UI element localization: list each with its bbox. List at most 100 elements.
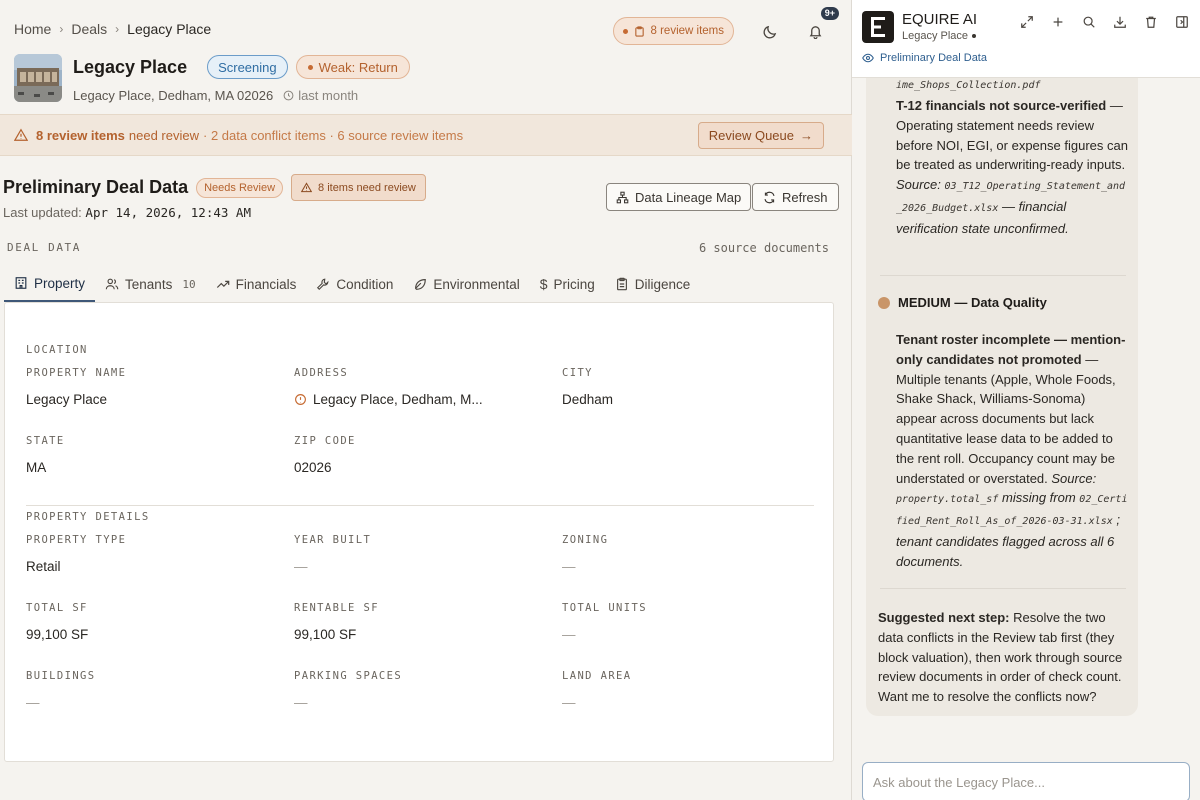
search-icon[interactable] [1081,14,1097,30]
field-value[interactable]: Legacy Place, Dedham, M... [313,392,483,407]
leaf-icon [415,279,427,290]
tenant-body: — Multiple tenants (Apple, Whole Foods, … [896,351,1116,486]
expand-icon[interactable] [1019,14,1035,30]
rentable-sf-field: RENTABLE SF 99,100 SF [294,602,379,642]
tab-diligence[interactable]: Diligence [605,266,701,302]
tab-tenants[interactable]: Tenants 10 [95,266,206,302]
trash-icon[interactable] [1143,14,1159,30]
context-name: Legacy Place [902,30,969,42]
warning-icon [301,182,313,193]
tab-property[interactable]: Property [4,266,96,302]
source-filename: ime_Shops_Collection.pdf [896,80,1041,91]
theme-toggle-button[interactable] [754,15,786,47]
deal-data-label: DEAL DATA [7,241,82,254]
trend-icon [216,280,229,288]
bell-icon [809,25,821,39]
field-value: Legacy Place [26,392,108,407]
parking-field: PARKING SPACES — [294,670,402,710]
tab-pricing[interactable]: $ Pricing [530,266,605,302]
divider [26,505,814,506]
property-address: Legacy Place, Dedham, MA 02026 [73,88,274,103]
building-icon [15,277,27,289]
field-value: — [294,695,308,710]
data-lineage-map-button[interactable]: Data Lineage Map [606,183,752,211]
sidebar-toggle-icon[interactable] [1174,14,1190,30]
tenant-source-field: property.total_sf [896,494,999,506]
property-title: Legacy Place [73,56,188,77]
lineage-label: Data Lineage Map [635,189,742,205]
review-alert-bar: 8 review items need review · 2 data conf… [0,114,852,156]
total-units-field: TOTAL UNITS — [562,602,647,642]
field-label: BUILDINGS [26,670,96,682]
tab-label: Tenants [125,276,173,292]
alert-strong: 8 review items [36,127,125,143]
breadcrumb-deals[interactable]: Deals [71,21,107,37]
alert-rest: · 2 data conflict items · 6 source revie… [203,127,464,143]
state-field: STATE MA [26,435,65,475]
tenant-count: 10 [182,277,196,291]
items-need-review-button[interactable]: 8 items need review [291,174,426,201]
rating-dot [307,64,313,70]
property-card: LOCATION PROPERTY NAME Legacy Place ADDR… [4,302,834,762]
tab-label: Environmental [433,276,520,292]
dollar-icon: $ [539,276,548,292]
field-value: Dedham [562,392,614,407]
refresh-icon [764,191,775,203]
context-link[interactable]: Preliminary Deal Data [862,52,987,64]
network-icon [616,191,629,203]
tab-condition[interactable]: Condition [306,266,403,302]
field-value: — [26,695,40,710]
last-updated-relative: last month [283,88,358,103]
divider [880,275,1126,276]
property-details-group-label: PROPERTY DETAILS [26,511,150,523]
chat-context-subtitle: Legacy Place [902,30,977,42]
field-value: 99,100 SF [294,627,357,642]
chevron-right-icon: › [115,22,120,36]
field-value: — [562,559,576,574]
refresh-button[interactable]: Refresh [752,183,839,211]
field-label: YEAR BUILT [294,534,372,546]
relative-time: last month [298,88,359,103]
chat-header: EQUIRE AI Legacy Place Preliminary Deal … [852,0,1200,78]
warning-icon [14,128,28,141]
t12-issue: T-12 financials not source-verified — Op… [896,96,1128,239]
field-label: STATE [26,435,65,447]
suggested-next-step: Suggested next step: Resolve the two dat… [878,608,1124,707]
last-updated-value: Apr 14, 2026, 12:43 AM [85,205,251,220]
download-icon[interactable] [1112,14,1128,30]
total-sf-field: TOTAL SF 99,100 SF [26,602,88,642]
chat-input[interactable]: Ask about the Legacy Place... [862,762,1190,800]
status-badge[interactable]: Screening [207,55,288,79]
tab-environmental[interactable]: Environmental [403,266,529,302]
plus-icon[interactable] [1050,14,1066,30]
field-value: — [294,559,308,574]
breadcrumb-home[interactable]: Home [14,21,51,37]
review-pill-label: 8 review items [650,25,725,37]
property-type-field: PROPERTY TYPE Retail [26,534,126,574]
field-label: PROPERTY TYPE [26,534,127,546]
tab-financials[interactable]: Financials [206,266,307,302]
field-value: 02026 [294,460,332,475]
field-value: — [562,695,576,710]
city-field: CITY Dedham [562,367,613,407]
source-documents-count: 6 source documents [698,241,829,255]
field-value: — [562,627,576,642]
notifications-button[interactable]: 9+ [799,7,839,47]
location-group-label: LOCATION [26,344,88,356]
review-queue-button[interactable]: Review Queue → [697,122,824,149]
t12-title: T-12 financials not source-verified [896,98,1107,113]
assistant-message: ime_Shops_Collection.pdf T-12 financials… [866,78,1138,716]
last-updated: Last updated: Apr 14, 2026, 12:43 AM [3,205,251,220]
review-items-pill[interactable]: 8 review items [612,17,734,45]
clock-icon [283,90,294,101]
field-label: ZIP CODE [294,435,356,447]
field-value: 99,100 SF [26,627,89,642]
items-need-review-label: 8 items need review [318,181,416,194]
arrow-right-icon: → [800,128,813,143]
rating-badge[interactable]: Weak: Return [295,55,410,79]
clipboard-icon [634,25,644,37]
tab-label: Diligence [634,276,691,292]
field-label: RENTABLE SF [294,602,379,614]
divider [880,588,1126,589]
property-header: Legacy Place Screening Weak: Return Lega… [14,54,410,103]
